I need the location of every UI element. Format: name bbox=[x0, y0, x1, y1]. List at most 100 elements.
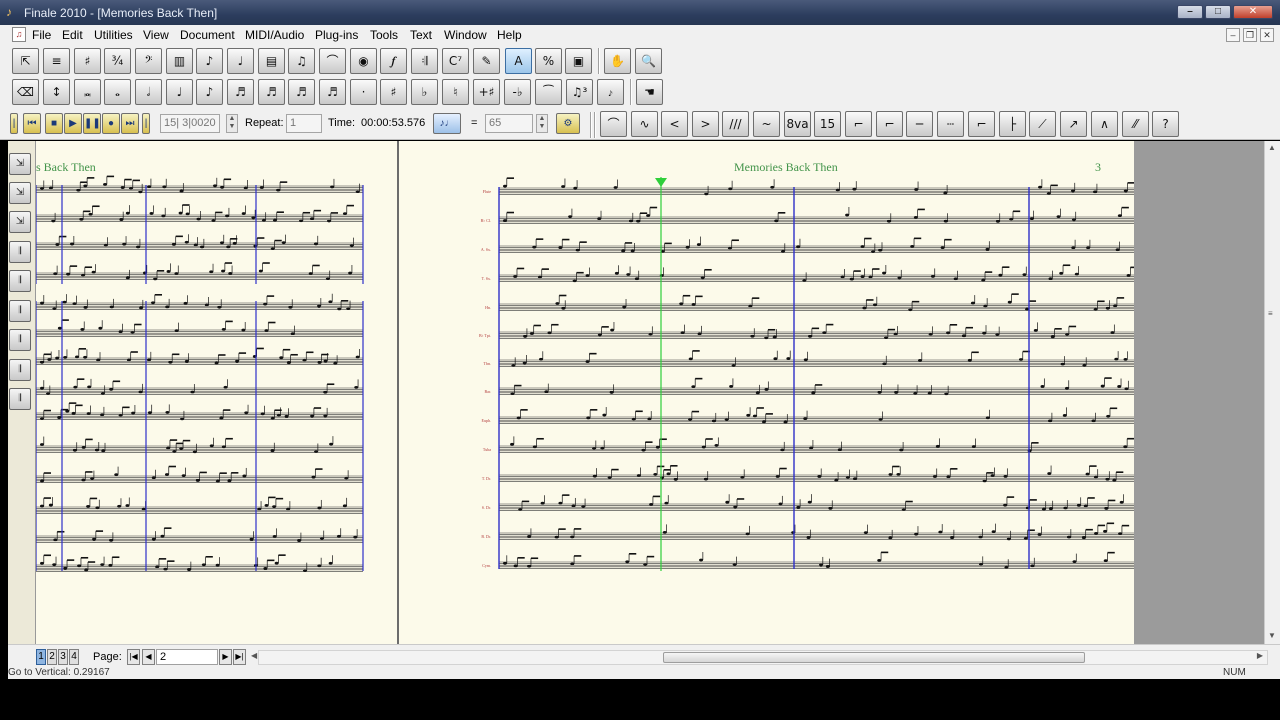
fast-forward-button[interactable]: ⏭ bbox=[121, 113, 139, 134]
staff-tool-icon[interactable]: ≡ bbox=[43, 48, 70, 74]
menu-tools[interactable]: Tools bbox=[370, 28, 398, 42]
palette-tool-7-icon[interactable]: 𝄂 bbox=[9, 329, 31, 351]
menu-edit[interactable]: Edit bbox=[62, 28, 83, 42]
record-button[interactable]: ● bbox=[102, 113, 120, 134]
sixteenth-note-icon[interactable]: ♬ bbox=[227, 79, 254, 105]
page-tab-4[interactable]: 4 bbox=[69, 649, 79, 665]
palette-hand-icon[interactable]: ☚ bbox=[636, 79, 663, 105]
quarter-note-icon[interactable]: ♩ bbox=[166, 79, 193, 105]
decrescendo-tool-icon[interactable]: > bbox=[692, 111, 719, 137]
menu-window[interactable]: Window bbox=[444, 28, 487, 42]
tuplet-icon[interactable]: ♫³ bbox=[566, 79, 593, 105]
palette-tool-2-icon[interactable]: ⇲ bbox=[9, 182, 31, 204]
vertical-scrollbar[interactable]: ▲ ≡ ▼ bbox=[1264, 141, 1280, 644]
mdi-minimize-button[interactable]: – bbox=[1226, 28, 1240, 42]
ottava-tool-icon[interactable]: 8va bbox=[784, 111, 811, 137]
menu-view[interactable]: View bbox=[143, 28, 169, 42]
menu-midi-audio[interactable]: MIDI/Audio bbox=[245, 28, 304, 42]
slur-s-tool-icon[interactable]: ∿ bbox=[631, 111, 658, 137]
resize-tool-icon[interactable]: % bbox=[535, 48, 562, 74]
tempo-note-icon[interactable]: ♪♩ bbox=[433, 113, 461, 134]
glissando-tool-icon[interactable]: ⟋ bbox=[1029, 111, 1056, 137]
line-tool-icon[interactable]: ─ bbox=[906, 111, 933, 137]
measure-position-field[interactable]: 15| 3|0020 bbox=[160, 114, 220, 133]
breve-note-icon[interactable]: 𝅜 bbox=[74, 79, 101, 105]
bracket-tool-icon[interactable]: ⌐ bbox=[845, 111, 872, 137]
scroll-up-arrow-icon[interactable]: ▲ bbox=[1268, 143, 1276, 152]
hyperscribe-tool-icon[interactable]: ▤ bbox=[258, 48, 285, 74]
eraser-tool-icon[interactable]: ⌫ bbox=[12, 79, 39, 105]
palette-tool-9-icon[interactable]: 𝄂 bbox=[9, 388, 31, 410]
dashed-bracket-tool-icon[interactable]: ⌐ bbox=[876, 111, 903, 137]
trill-tool-icon[interactable]: ~ bbox=[753, 111, 780, 137]
first-page-button[interactable]: |◀ bbox=[127, 649, 140, 665]
scroll-right-arrow-icon[interactable]: ▶ bbox=[1257, 651, 1263, 660]
endpoint-line-tool-icon[interactable]: ├ bbox=[999, 111, 1026, 137]
menu-document[interactable]: Document bbox=[180, 28, 235, 42]
simple-entry-tool-icon[interactable]: ♪ bbox=[196, 48, 223, 74]
palette-tool-1-icon[interactable]: ⇲ bbox=[9, 153, 31, 175]
palette-tool-6-icon[interactable]: 𝄂 bbox=[9, 300, 31, 322]
dot-icon[interactable]: · bbox=[350, 79, 377, 105]
close-button[interactable]: ✕ bbox=[1233, 5, 1273, 19]
guitar-bend-tool-icon[interactable]: ↗ bbox=[1060, 111, 1087, 137]
tremolo-tool-icon[interactable]: /// bbox=[722, 111, 749, 137]
natural-icon[interactable]: ♮ bbox=[442, 79, 469, 105]
minimize-button[interactable]: – bbox=[1177, 5, 1203, 19]
half-step-up-icon[interactable]: +♯ bbox=[473, 79, 500, 105]
palette-tool-4-icon[interactable]: 𝄂 bbox=[9, 241, 31, 263]
previous-page-button[interactable]: ◀ bbox=[142, 649, 155, 665]
thirty-second-note-icon[interactable]: ♬ bbox=[258, 79, 285, 105]
maximize-button[interactable]: □ bbox=[1205, 5, 1231, 19]
dashed-line-tool-icon[interactable]: ┄ bbox=[937, 111, 964, 137]
zoom-tool-icon[interactable]: 🔍 bbox=[635, 48, 662, 74]
palette-tool-3-icon[interactable]: ⇲ bbox=[9, 211, 31, 233]
time-signature-tool-icon[interactable]: ¾ bbox=[104, 48, 131, 74]
sharp-icon[interactable]: ♯ bbox=[380, 79, 407, 105]
menu-text[interactable]: Text bbox=[410, 28, 432, 42]
scroll-left-arrow-icon[interactable]: ◀ bbox=[251, 651, 257, 660]
menu-help[interactable]: Help bbox=[497, 28, 522, 42]
flat-icon[interactable]: ♭ bbox=[411, 79, 438, 105]
smart-shape-tool-icon[interactable]: ⌒ bbox=[319, 48, 346, 74]
menu-utilities[interactable]: Utilities bbox=[94, 28, 133, 42]
next-page-button[interactable]: ▶ bbox=[219, 649, 232, 665]
grace-note-icon[interactable]: 𝆔 bbox=[597, 79, 624, 105]
chord-tool-icon[interactable]: C⁷ bbox=[442, 48, 469, 74]
text-tool-icon[interactable]: A bbox=[505, 48, 532, 74]
page-tab-2[interactable]: 2 bbox=[47, 649, 57, 665]
articulation-tool-icon[interactable]: ◉ bbox=[350, 48, 377, 74]
expression-tool-icon[interactable]: 𝆑 bbox=[380, 48, 407, 74]
simple-selection-icon[interactable]: ↕ bbox=[43, 79, 70, 105]
tuplet-tool-icon[interactable]: ♫ bbox=[288, 48, 315, 74]
page-number-input[interactable]: 2 bbox=[156, 649, 218, 665]
measure-tool-icon[interactable]: ▥ bbox=[166, 48, 193, 74]
lyrics-tool-icon[interactable]: ✎ bbox=[473, 48, 500, 74]
clef-tool-icon[interactable]: 𝄢 bbox=[135, 48, 162, 74]
half-step-down-icon[interactable]: -♭ bbox=[504, 79, 531, 105]
score-page-right[interactable]: Memories Back Then 3 Flute B♭ Cl. A. Sx. T.… bbox=[399, 141, 1134, 644]
score-page-left[interactable]: s Back Then bbox=[36, 141, 397, 644]
tab-slide-tool-icon[interactable]: ∧ bbox=[1091, 111, 1118, 137]
menu-file[interactable]: File bbox=[32, 28, 51, 42]
playback-settings-icon[interactable]: ⚙ bbox=[556, 113, 580, 134]
slur-tool-icon[interactable]: ⌒ bbox=[600, 111, 627, 137]
tempo-field[interactable]: 65 bbox=[485, 114, 533, 133]
eighth-note-icon[interactable]: ♪ bbox=[196, 79, 223, 105]
scroll-grip-icon[interactable]: ≡ bbox=[1268, 309, 1273, 318]
whole-note-icon[interactable]: 𝅝 bbox=[104, 79, 131, 105]
page-tab-3[interactable]: 3 bbox=[58, 649, 68, 665]
rewind-button[interactable]: ⏮ bbox=[23, 113, 41, 134]
tempo-spinner[interactable]: ▲ ▼ bbox=[536, 114, 548, 133]
mdi-restore-button[interactable]: ❐ bbox=[1243, 28, 1257, 42]
crescendo-tool-icon[interactable]: < bbox=[661, 111, 688, 137]
last-page-button[interactable]: ▶| bbox=[233, 649, 246, 665]
play-button[interactable]: ▶ bbox=[64, 113, 82, 134]
page-tab-1[interactable]: 1 bbox=[36, 649, 46, 665]
bend-hat-tool-icon[interactable]: ⌐ bbox=[968, 111, 995, 137]
help-tool-icon[interactable]: ? bbox=[1152, 111, 1179, 137]
128th-note-icon[interactable]: ♬ bbox=[319, 79, 346, 105]
sixty-fourth-note-icon[interactable]: ♬ bbox=[288, 79, 315, 105]
custom-line-tool-icon[interactable]: ⁄⁄ bbox=[1122, 111, 1149, 137]
half-note-icon[interactable]: 𝅗𝅥 bbox=[135, 79, 162, 105]
